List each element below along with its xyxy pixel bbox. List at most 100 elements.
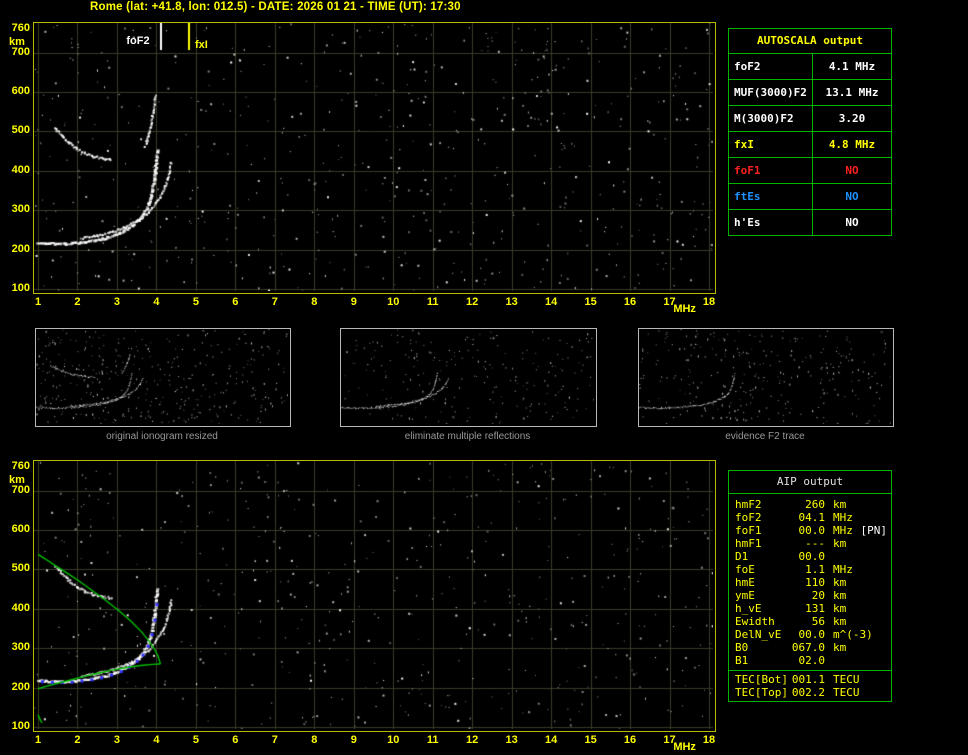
aip-table-title: AIP output: [729, 471, 891, 494]
aip-cell: D1: [735, 550, 749, 563]
aip-cell: 001.1: [791, 673, 825, 686]
aip-row-fof1: foF1 00.0 MHz [PN]: [729, 524, 891, 537]
bottom-ionogram-canvas: [34, 461, 713, 729]
y-tick-label: 200: [11, 242, 30, 255]
x-tick-label: 13: [505, 734, 518, 746]
aip-cell: MHz: [833, 511, 853, 524]
aip-row-b0: B0 067.0 km: [729, 641, 891, 654]
y-tick-label: 600: [11, 85, 30, 98]
y-axis-unit-label: km: [9, 36, 25, 48]
autoscala-cell: M(3000)F2: [729, 106, 813, 131]
thumbnail-eliminate-canvas: [341, 329, 594, 424]
thumbnail-caption-evidence: evidence F2 trace: [725, 431, 805, 442]
aip-row-tecbot: TEC[Bot] 001.1 TECU: [729, 673, 891, 686]
aip-cell: foF1: [735, 524, 762, 537]
x-tick-label: 6: [232, 296, 239, 308]
x-tick-label: 12: [466, 296, 479, 308]
aip-cell: DelN_vE: [735, 628, 782, 641]
aip-cell: km: [833, 641, 847, 654]
aip-cell: ymE: [735, 589, 755, 602]
aip-row-hmf1: hmF1 --- km: [729, 537, 891, 550]
x-tick-label: 16: [623, 296, 637, 308]
thumbnail-caption-eliminate: eliminate multiple reflections: [404, 431, 531, 442]
autoscala-row-muf3000f2: MUF(3000)F2 13.1 MHz: [729, 80, 891, 106]
autoscala-row-hes: h'Es NO: [729, 210, 891, 235]
autoscala-cell: NO: [845, 216, 859, 229]
x-tick-label: 16: [623, 734, 637, 746]
x-tick-label: 8: [311, 734, 318, 746]
thumbnail-original-canvas: [36, 329, 288, 424]
autoscala-cell: NO: [845, 190, 859, 203]
aip-separator: [729, 670, 891, 671]
x-tick-label: 11: [426, 296, 439, 308]
aip-cell: 260: [805, 498, 825, 511]
aip-cell: km: [833, 615, 847, 628]
page-title: Rome (lat: +41.8, lon: 012.5) - DATE: 20…: [90, 1, 461, 13]
aip-cell: 02.0: [798, 654, 826, 667]
autoscala-cell: h'Es: [729, 210, 813, 235]
aip-row-tectop: TEC[Top] 002.2 TECU: [729, 686, 891, 699]
aip-cell: 131: [805, 602, 825, 615]
aip-cell: 1.1: [805, 563, 825, 576]
thumbnail-caption-original: original ionogram resized: [106, 431, 218, 442]
aip-cell: 56: [811, 615, 825, 628]
autoscala-row-fof2: foF2 4.1 MHz: [729, 54, 891, 80]
aip-cell: B1: [735, 654, 749, 667]
x-tick-label: 18: [702, 734, 716, 746]
x-axis-unit-label: MHz: [673, 303, 696, 315]
autoscala-row-m3000f2: M(3000)F2 3.20: [729, 106, 891, 132]
autoscala-table-title: AUTOSCALA output: [729, 29, 891, 54]
x-tick-label: 2: [74, 296, 81, 308]
x-tick-label: 6: [232, 734, 239, 746]
y-tick-label: 400: [11, 601, 30, 614]
y-tick-label: 760: [11, 22, 30, 34]
aip-cell: km: [833, 498, 847, 511]
x-tick-label: 7: [271, 734, 278, 746]
autoscala-cell: 3.20: [838, 112, 866, 125]
autoscala-cell: MUF(3000)F2: [729, 80, 813, 105]
x-tick-label: 14: [544, 734, 558, 746]
x-tick-label: 9: [350, 734, 357, 746]
autoscala-cell: 4.1 MHz: [828, 60, 876, 73]
autoscala-cell: foF1: [729, 158, 813, 183]
aip-cell: TECU: [833, 686, 860, 699]
x-tick-label: 18: [702, 296, 716, 308]
aip-cell: 002.2: [791, 686, 825, 699]
autoscala-cell: ftEs: [729, 184, 813, 209]
aip-cell: Ewidth: [735, 615, 775, 628]
aip-row-b1: B1 02.0: [729, 654, 891, 667]
x-tick-label: 15: [584, 734, 597, 746]
aip-cell: km: [833, 602, 847, 615]
aip-row-d1: D1 00.0: [729, 550, 891, 563]
aip-cell: foF2: [735, 511, 762, 524]
x-tick-label: 1: [34, 734, 42, 746]
aip-row-hme: hmE 110 km: [729, 576, 891, 589]
bottom-ionogram: [33, 460, 716, 732]
aip-row-yme: ymE 20 km: [729, 589, 891, 602]
x-tick-label: 3: [113, 296, 120, 308]
y-tick-label: 100: [11, 720, 30, 732]
y-tick-label: 100: [11, 282, 30, 294]
x-tick-label: 14: [544, 296, 558, 308]
aip-row-fof2: foF2 04.1 MHz: [729, 511, 891, 524]
autoscala-cell: fxI: [729, 132, 813, 157]
aip-row-foe: foE 1.1 MHz: [729, 563, 891, 576]
x-tick-label: 10: [387, 296, 400, 308]
x-axis-unit-label: MHz: [673, 741, 696, 753]
x-tick-label: 7: [271, 296, 278, 308]
aip-cell: hmF1: [735, 537, 762, 550]
autoscala-output-table: AUTOSCALA output foF2 4.1 MHz MUF(3000)F2 1…: [728, 28, 892, 236]
aip-row-hve: h_vE 131 km: [729, 602, 891, 615]
x-tick-label: 4: [153, 734, 160, 746]
x-tick-label: 11: [426, 734, 439, 746]
aip-cell: MHz: [833, 524, 853, 537]
x-tick-label: 3: [113, 734, 120, 746]
autoscala-cell: 13.1 MHz: [825, 86, 879, 99]
x-tick-label: 9: [350, 296, 357, 308]
aip-cell: h_vE: [735, 602, 762, 615]
y-tick-label: 300: [11, 203, 30, 216]
aip-cell: TECU: [833, 673, 860, 686]
x-tick-label: 12: [466, 734, 479, 746]
aip-cell: 067.0: [791, 641, 825, 654]
aip-cell: hmF2: [735, 498, 762, 511]
